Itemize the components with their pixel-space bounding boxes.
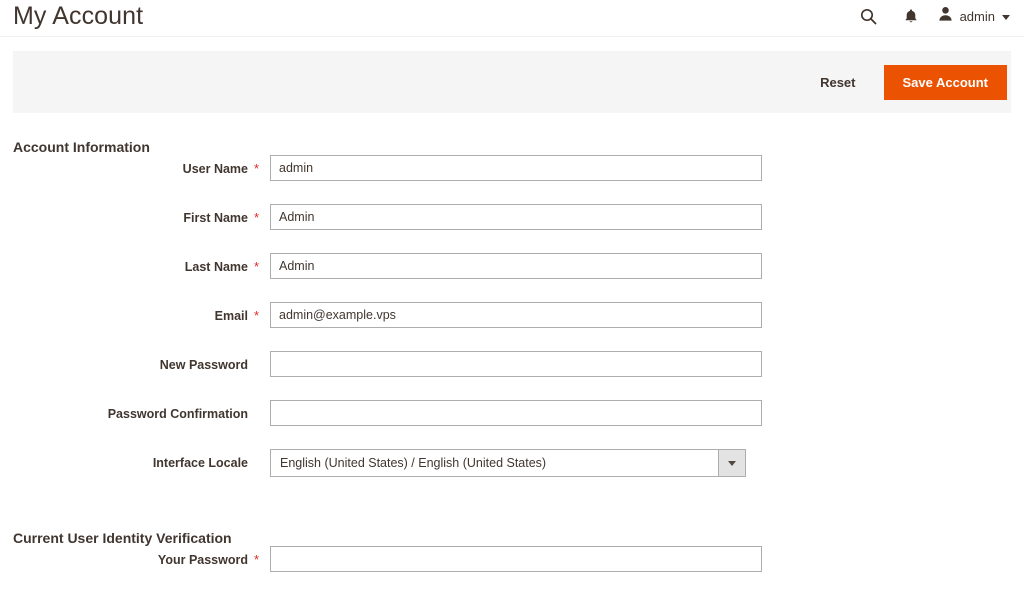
search-button[interactable] [848, 3, 890, 29]
page-title: My Account [13, 2, 143, 31]
account-form: Account Information User Name*First Name… [0, 113, 1024, 595]
reset-button[interactable]: Reset [820, 75, 855, 90]
required-indicator-email: * [254, 309, 259, 323]
notifications-button[interactable] [890, 3, 932, 29]
field-label-email: Email [0, 309, 248, 323]
admin-account-menu[interactable]: admin [932, 3, 1010, 29]
field-row-user-name: User Name * [0, 155, 1024, 204]
email-input[interactable] [270, 302, 762, 328]
field-control-password-confirmation [270, 400, 762, 426]
page-actions-toolbar: Reset Save Account [13, 51, 1011, 113]
section-title-account-information: Account Information [13, 139, 1024, 155]
chevron-down-icon[interactable] [718, 450, 745, 476]
account-information-fields: User Name * First Name * Last Name * Email * New… [0, 155, 1024, 498]
section-title-identity-verification: Current User Identity Verification [13, 530, 1024, 546]
save-account-button[interactable]: Save Account [884, 65, 1008, 100]
search-icon [860, 8, 877, 25]
field-control-new-password [270, 351, 762, 377]
field-row-first-name: First Name * [0, 204, 1024, 253]
field-row-email: Email * [0, 302, 1024, 351]
field-control-email [270, 302, 762, 328]
your-password-input[interactable] [270, 546, 762, 572]
field-control-your-password [270, 546, 762, 572]
field-row-interface-locale: Interface Locale English (United States) … [0, 449, 1024, 498]
select-arrow-glyph [728, 461, 736, 466]
last-name-input[interactable] [270, 253, 762, 279]
field-label-last-name: Last Name [0, 260, 248, 274]
new-password-input[interactable] [270, 351, 762, 377]
field-label-first-name: First Name [0, 211, 248, 225]
field-row-password-confirmation: Password Confirmation [0, 400, 1024, 449]
required-indicator-first-name: * [254, 211, 259, 225]
bell-icon [903, 8, 919, 25]
admin-username-label: admin [960, 9, 995, 24]
field-row-your-password: Your Password * [0, 546, 1024, 595]
person-icon [938, 6, 953, 27]
field-control-user-name [270, 155, 762, 181]
field-label-password-confirmation: Password Confirmation [0, 407, 248, 421]
field-control-first-name [270, 204, 762, 230]
interface-locale-select[interactable]: English (United States) / English (Unite… [270, 449, 746, 477]
field-row-new-password: New Password [0, 351, 1024, 400]
password-confirmation-input[interactable] [270, 400, 762, 426]
identity-verification-fields: Your Password * [0, 546, 1024, 595]
interface-locale-selected-value: English (United States) / English (Unite… [271, 456, 718, 470]
field-label-user-name: User Name [0, 162, 248, 176]
required-indicator-user-name: * [254, 162, 259, 176]
field-control-interface-locale: English (United States) / English (Unite… [270, 449, 746, 477]
first-name-input[interactable] [270, 204, 762, 230]
field-label-interface-locale: Interface Locale [0, 456, 248, 470]
required-indicator-last-name: * [254, 260, 259, 274]
chevron-down-icon [1002, 15, 1010, 20]
field-control-last-name [270, 253, 762, 279]
header-actions: admin [848, 3, 1010, 29]
page-header: My Account [0, 0, 1024, 37]
required-indicator-your-password: * [254, 553, 259, 567]
field-row-last-name: Last Name * [0, 253, 1024, 302]
user-name-input[interactable] [270, 155, 762, 181]
field-label-your-password: Your Password [0, 553, 248, 567]
field-label-new-password: New Password [0, 358, 248, 372]
